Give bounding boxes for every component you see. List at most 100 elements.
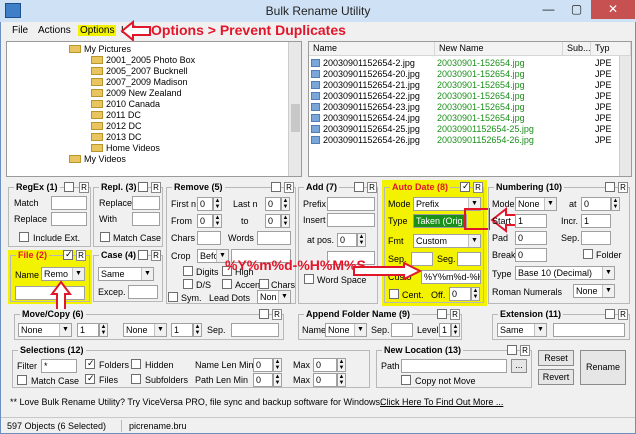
revert-button[interactable]: Revert [538,369,574,385]
roman-select[interactable]: None ▼ [573,284,615,298]
menu-actions[interactable]: Actions [38,25,71,36]
col-sub[interactable]: Sub... [563,42,591,56]
levels-input[interactable]: 1 [439,323,451,337]
regex-reset-button[interactable]: R [79,182,89,193]
minimize-button[interactable]: — [535,0,562,19]
fmt-select[interactable]: Custom ▼ [413,234,481,248]
file-row[interactable]: 20030901152654-20.jpg 20030901-152654.jpg… [309,69,619,80]
append-reset-button[interactable]: R [450,309,460,320]
tree-item[interactable]: 2013 DC [69,132,195,143]
repl-match-case-checkbox[interactable] [100,232,110,242]
type-select[interactable]: Taken (Orig [413,214,467,228]
off-input[interactable]: 0 [449,287,471,301]
menu-file[interactable]: File [12,25,28,36]
num-at-input[interactable]: 0 [581,197,611,211]
folders-checkbox[interactable] [85,358,95,369]
accents-checkbox[interactable] [222,279,232,289]
case-select[interactable]: Same ▼ [98,267,154,281]
tree-item[interactable]: 2007_2009 Madison [69,77,195,88]
last-n-spinner[interactable]: ▲ ▼ [281,197,290,211]
repl-with-input[interactable] [132,212,160,226]
last-n-input[interactable]: 0 [265,197,281,211]
move-copy-count-1[interactable]: 1 [77,323,99,337]
break-input[interactable]: 0 [515,248,547,262]
words-input[interactable] [257,231,291,245]
from-spinner[interactable]: ▲ ▼ [213,214,222,228]
name-len-max-input[interactable]: 0 [313,358,337,372]
new-location-enable-checkbox[interactable] [507,345,517,355]
file-enable-checkbox[interactable] [63,249,73,260]
menu-options[interactable]: Options [78,25,117,36]
regex-enable-checkbox[interactable] [64,182,74,192]
append-enable-checkbox[interactable] [437,309,447,319]
copy-not-move-checkbox[interactable] [401,375,411,385]
file-list[interactable]: Name New Name Sub... Typ 20030901152654-… [308,41,632,177]
prefix-input[interactable] [327,197,375,211]
file-scrollbar[interactable] [619,56,631,176]
file-row[interactable]: 20030901152654-23.jpg 20030901-152654.jpg… [309,102,619,113]
repl-replace-input[interactable] [132,196,160,210]
new-location-reset-button[interactable]: R [520,345,530,356]
case-enable-checkbox[interactable] [138,250,148,260]
move-copy-sep-input[interactable] [231,323,279,337]
path-len-max-input[interactable]: 0 [313,373,337,387]
from-input[interactable]: 0 [197,214,213,228]
reset-button[interactable]: Reset [538,350,574,366]
move-copy-reset-button[interactable]: R [272,309,282,320]
to-spinner[interactable]: ▲ ▼ [281,214,290,228]
file-row[interactable]: 20030901152654-26.jpg 20030901152654-26.j… [309,135,619,146]
first-n-spinner[interactable]: ▲ ▼ [213,197,222,211]
move-copy-spinner-1[interactable]: ▲ ▼ [99,323,108,337]
extension-enable-checkbox[interactable] [605,309,615,319]
path-len-min-input[interactable]: 0 [253,373,273,387]
pad-input[interactable]: 0 [515,231,547,245]
tree-item[interactable]: 2005_2007 Bucknell [69,66,195,77]
incr-input[interactable]: 1 [581,214,611,228]
custom-format-input[interactable]: %Y%m%d-%H [421,270,481,284]
path-len-max-spinner[interactable]: ▲ ▼ [337,373,346,387]
start-input[interactable]: 1 [515,214,547,228]
subfolders-checkbox[interactable] [131,374,141,384]
move-copy-select-2[interactable]: None ▼ [123,323,167,337]
files-checkbox[interactable] [85,373,95,384]
digits-checkbox[interactable] [183,266,193,276]
repl-enable-checkbox[interactable] [138,182,148,192]
file-row[interactable]: 20030901152654-22.jpg 20030901-152654.jpg… [309,91,619,102]
numbering-reset-button[interactable]: R [618,182,628,193]
close-button[interactable]: ✕ [591,0,635,19]
tree-item[interactable]: 2012 DC [69,121,195,132]
move-copy-spinner-2[interactable]: ▲ ▼ [193,323,202,337]
file-reset-button[interactable]: R [76,250,86,261]
col-name[interactable]: Name [309,42,435,56]
add-enable-checkbox[interactable] [354,182,364,192]
sym-checkbox[interactable] [168,292,178,302]
auto-date-reset-button[interactable]: R [473,182,483,193]
chars-input[interactable] [197,231,221,245]
include-ext-checkbox[interactable] [19,232,29,242]
off-spinner[interactable]: ▲ ▼ [471,287,480,301]
excep-input[interactable] [128,285,158,299]
col-type[interactable]: Typ [591,42,631,56]
repl-reset-button[interactable]: R [151,182,161,193]
chars2-checkbox[interactable] [259,279,269,289]
tree-scrollbar[interactable] [288,42,301,176]
num-mode-select[interactable]: None ▼ [515,197,557,211]
file-row[interactable]: 20030901152654-2.jpg 20030901-152654.jpg J… [309,58,619,69]
case-reset-button[interactable]: R [151,250,161,261]
filter-input[interactable]: * [41,359,77,373]
move-copy-enable-checkbox[interactable] [259,309,269,319]
first-n-input[interactable]: 0 [197,197,213,211]
folder-checkbox[interactable] [583,249,593,259]
auto-date-enable-checkbox[interactable] [460,181,470,192]
file-row[interactable]: 20030901152654-25.jpg 20030901152654-25.j… [309,124,619,135]
tree-item[interactable]: My Pictures [69,44,195,55]
move-copy-count-2[interactable]: 1 [171,323,193,337]
tree-item[interactable]: 2010 Canada [69,99,195,110]
path-input[interactable] [401,359,507,373]
file-row[interactable]: 20030901152654-24.jpg 20030901-152654.jpg… [309,113,619,124]
col-new-name[interactable]: New Name [435,42,563,56]
num-sep-input[interactable] [581,231,611,245]
num-at-spinner[interactable]: ▲ ▼ [611,197,620,211]
folder-tree[interactable]: My Pictures 2001_2005 Photo Box 2005_200… [6,41,302,177]
levels-spinner[interactable]: ▲ ▼ [451,323,460,337]
